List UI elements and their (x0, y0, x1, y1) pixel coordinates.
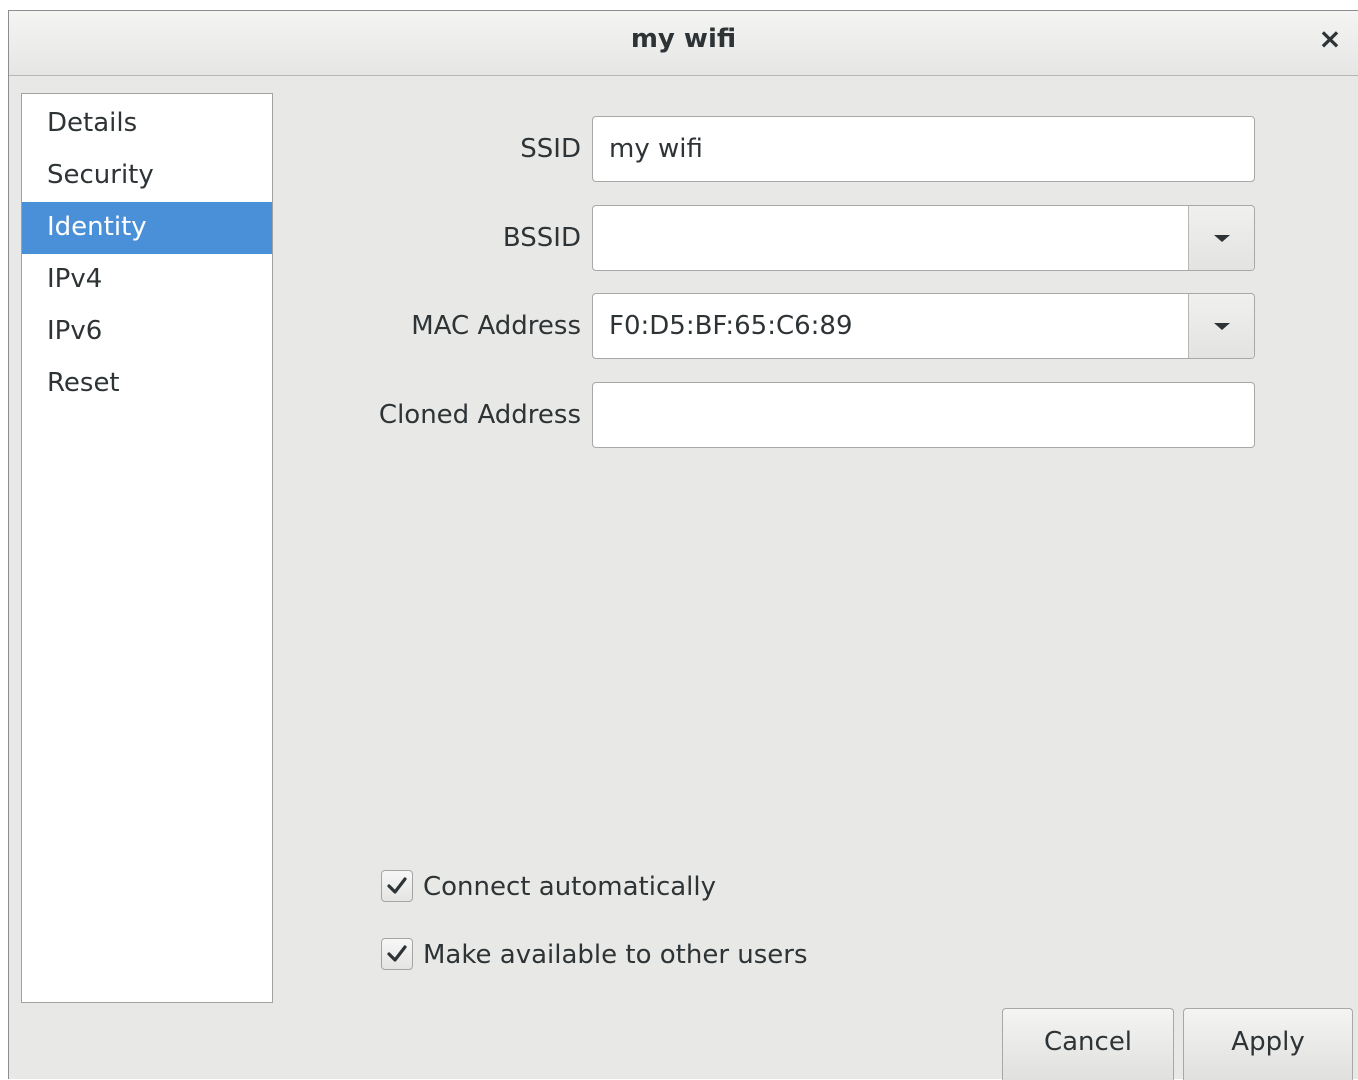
ssid-label: SSID (520, 134, 581, 164)
mac-address-label: MAC Address (411, 311, 581, 341)
cancel-button[interactable]: Cancel (1002, 1008, 1174, 1080)
checkmark-icon (387, 945, 407, 962)
title-bar: my wifi × (9, 11, 1358, 76)
bssid-row: BSSID (9, 205, 1358, 271)
make-available-checkbox[interactable] (381, 938, 413, 970)
mac-address-combo[interactable]: F0:D5:BF:65:C6:89 (592, 293, 1255, 359)
mac-address-value[interactable]: F0:D5:BF:65:C6:89 (609, 294, 853, 358)
chevron-down-icon (1214, 323, 1230, 330)
close-button[interactable]: × (1314, 23, 1346, 55)
ssid-value: my wifi (609, 134, 703, 164)
chevron-down-icon (1214, 235, 1230, 242)
make-available-label: Make available to other users (423, 940, 808, 970)
connection-editor-window: my wifi × Details Security Identity IPv4… (8, 10, 1358, 1080)
ssid-row: SSID my wifi (9, 116, 1358, 182)
cloned-address-input[interactable] (592, 382, 1255, 448)
mac-address-row: MAC Address F0:D5:BF:65:C6:89 (9, 293, 1358, 359)
bssid-dropdown-button[interactable] (1188, 206, 1254, 270)
checkmark-icon (387, 877, 407, 894)
bssid-label: BSSID (502, 223, 581, 253)
apply-button[interactable]: Apply (1183, 1008, 1353, 1080)
mac-address-dropdown-button[interactable] (1188, 294, 1254, 358)
window-title: my wifi (630, 24, 737, 54)
ssid-input[interactable]: my wifi (592, 116, 1255, 182)
cloned-address-row: Cloned Address (9, 382, 1358, 448)
cloned-address-label: Cloned Address (378, 400, 581, 430)
connect-automatically-label: Connect automatically (423, 872, 717, 902)
bssid-combo[interactable] (592, 205, 1255, 271)
connect-automatically-checkbox[interactable] (381, 870, 413, 902)
close-icon: × (1318, 22, 1342, 55)
